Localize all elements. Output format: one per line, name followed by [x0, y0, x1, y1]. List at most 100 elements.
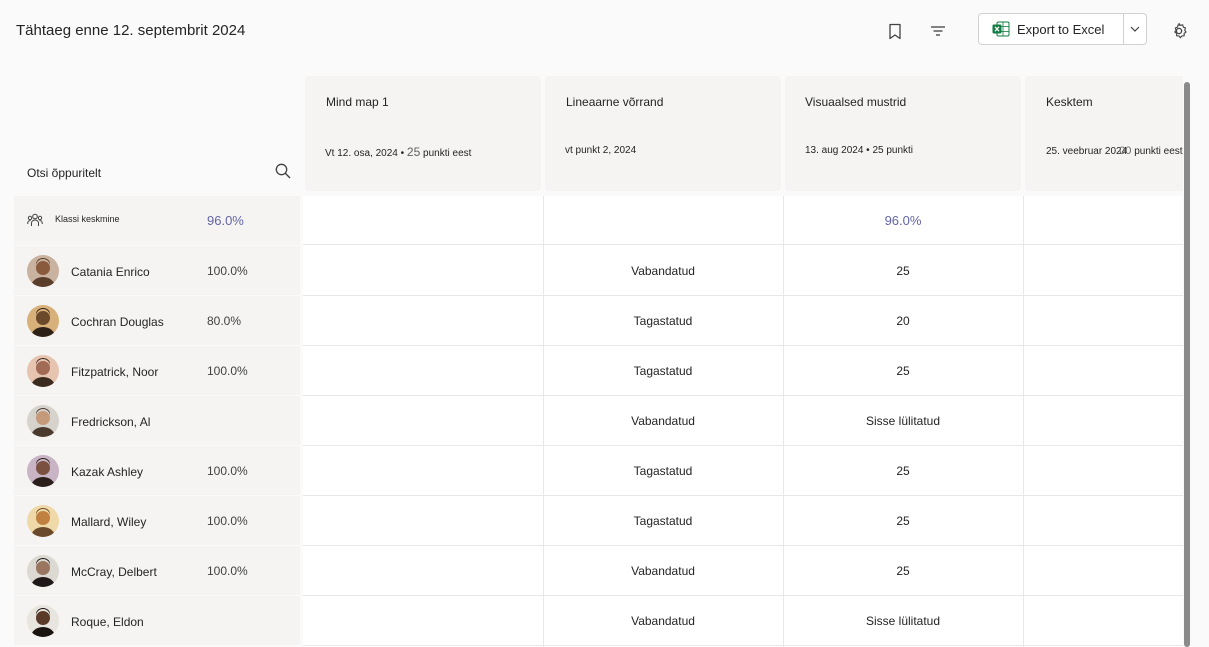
grade-cell[interactable]: Tagastatud: [543, 446, 783, 495]
grade-cell[interactable]: [303, 446, 543, 495]
student-cell[interactable]: Catania Enrico 100.0%: [14, 246, 300, 295]
grade-cell[interactable]: [1023, 596, 1183, 645]
student-row: Roque, Eldon Vabandatud Sisse lülitatud: [14, 596, 1183, 646]
grade-cell[interactable]: 25: [783, 496, 1023, 545]
class-average-value: 96.0%: [207, 213, 244, 228]
export-label: Export to Excel: [1017, 21, 1105, 37]
grade-cell[interactable]: Tagastatud: [543, 496, 783, 545]
grade-cell[interactable]: 25: [783, 446, 1023, 495]
student-name[interactable]: Mallard, Wiley: [71, 515, 146, 529]
grade-cell[interactable]: [303, 296, 543, 345]
grade-cell[interactable]: [1023, 296, 1183, 345]
filter-button[interactable]: [924, 18, 952, 44]
bookmark-button[interactable]: [881, 18, 909, 44]
student-cell[interactable]: Cochran Douglas 80.0%: [14, 296, 300, 345]
student-name[interactable]: Catania Enrico: [71, 265, 150, 279]
avatar: [27, 605, 59, 637]
student-cell[interactable]: Fredrickson, Al: [14, 396, 300, 445]
grade-value: Tagastatud: [633, 313, 693, 328]
grade-cell[interactable]: [303, 496, 543, 545]
assignment-points: 00: [1119, 145, 1132, 157]
student-cell[interactable]: McCray, Delbert 100.0%: [14, 546, 300, 595]
grade-value: Tagastatud: [633, 463, 693, 478]
gear-icon: [1174, 22, 1187, 39]
grade-cell[interactable]: [303, 396, 543, 445]
assignment-header[interactable]: Mind map 1 Vt 12. osa, 2024 • 25 punkti …: [305, 76, 541, 191]
row-divider: [303, 645, 1183, 646]
student-average: 80.0%: [207, 314, 242, 328]
student-row: Fredrickson, Al Vabandatud Sisse lülitatud: [14, 396, 1183, 446]
assignment-meta: vt punkt 2, 2024: [565, 145, 636, 156]
people-icon: [27, 213, 43, 226]
grade-cell[interactable]: Vabandatud: [543, 396, 783, 445]
grade-value: 25: [896, 263, 910, 278]
student-name[interactable]: McCray, Delbert: [71, 565, 157, 579]
grade-value: Vabandatud: [631, 563, 695, 578]
grade-cell[interactable]: 20: [783, 296, 1023, 345]
avatar: [27, 555, 59, 587]
student-cell[interactable]: Roque, Eldon: [14, 596, 300, 645]
student-cell[interactable]: Fitzpatrick, Noor 100.0%: [14, 346, 300, 395]
grade-cell[interactable]: [1023, 246, 1183, 295]
grade-value: Sisse lülitatud: [865, 613, 941, 628]
grade-cell[interactable]: [1023, 496, 1183, 545]
grade-cell[interactable]: Vabandatud: [543, 246, 783, 295]
grade-value: Tagastatud: [633, 363, 693, 378]
grade-cell[interactable]: [1023, 346, 1183, 395]
grade-cell[interactable]: [303, 346, 543, 395]
grade-cell[interactable]: 25: [783, 246, 1023, 295]
export-to-excel-button[interactable]: Export to Excel: [979, 14, 1123, 44]
student-average: 100.0%: [207, 364, 248, 378]
avatar: [27, 405, 59, 437]
top-bar: Tähtaeg enne 12. septembrit 2024 Export …: [0, 0, 1209, 62]
student-name[interactable]: Roque, Eldon: [71, 615, 144, 629]
grade-cell[interactable]: Sisse lülitatud: [783, 396, 1023, 445]
grade-value: 25: [896, 363, 910, 378]
assignment-meta: Vt 12. osa, 2024 • 25 punkti eest: [325, 145, 471, 159]
grade-cell[interactable]: [1023, 546, 1183, 595]
grade-cell[interactable]: [1023, 446, 1183, 495]
search-label: Otsi õppuritelt: [27, 166, 102, 180]
grade-value: 20: [896, 313, 910, 328]
grade-value: Vabandatud: [631, 413, 695, 428]
student-name[interactable]: Fitzpatrick, Noor: [71, 365, 158, 379]
student-cell[interactable]: Mallard, Wiley 100.0%: [14, 496, 300, 545]
assignment-header[interactable]: Kesktem 25. veebruar 202400 punkti eest: [1025, 76, 1183, 191]
bookmark-icon: [889, 23, 901, 39]
student-average: 100.0%: [207, 564, 248, 578]
student-name[interactable]: Fredrickson, Al: [71, 415, 150, 429]
grade-cell[interactable]: [303, 596, 543, 645]
grade-cell[interactable]: [303, 246, 543, 295]
grade-value: 25: [896, 513, 910, 528]
search-icon[interactable]: [274, 162, 292, 180]
student-average: 100.0%: [207, 514, 248, 528]
student-average: 100.0%: [207, 264, 248, 278]
export-options-button[interactable]: [1123, 14, 1146, 44]
grade-cell[interactable]: Tagastatud: [543, 296, 783, 345]
vertical-scrollbar[interactable]: [1184, 82, 1190, 647]
grade-cell[interactable]: Tagastatud: [543, 346, 783, 395]
assignment-header[interactable]: Visuaalsed mustrid 13. aug 2024 • 25 pun…: [785, 76, 1021, 191]
class-average-cell: Klassi keskmine 96.0%: [14, 196, 300, 245]
grade-cell[interactable]: Sisse lülitatud: [783, 596, 1023, 645]
grade-value: Sisse lülitatud: [865, 413, 941, 428]
settings-button[interactable]: [1165, 18, 1193, 44]
assignment-header[interactable]: Lineaarne võrrand vt punkt 2, 2024: [545, 76, 781, 191]
student-name[interactable]: Kazak Ashley: [71, 465, 143, 479]
class-average-row: Klassi keskmine 96.0% 96.0%: [14, 196, 1183, 246]
student-search[interactable]: Otsi õppuritelt: [14, 76, 300, 192]
grade-cell[interactable]: 25: [783, 546, 1023, 595]
grade-cell[interactable]: Vabandatud: [543, 596, 783, 645]
student-cell[interactable]: Kazak Ashley 100.0%: [14, 446, 300, 495]
student-row: Fitzpatrick, Noor 100.0% Tagastatud 25: [14, 346, 1183, 396]
grade-cell[interactable]: Vabandatud: [543, 546, 783, 595]
assignment-points: 25: [406, 145, 421, 159]
student-name[interactable]: Cochran Douglas: [71, 315, 164, 329]
grade-cell[interactable]: [303, 546, 543, 595]
grade-cell[interactable]: 25: [783, 346, 1023, 395]
avatar: [27, 255, 59, 287]
row-divider: [303, 244, 1183, 245]
avatar: [27, 455, 59, 487]
assignment-name: Mind map 1: [326, 95, 389, 109]
grade-cell[interactable]: [1023, 396, 1183, 445]
